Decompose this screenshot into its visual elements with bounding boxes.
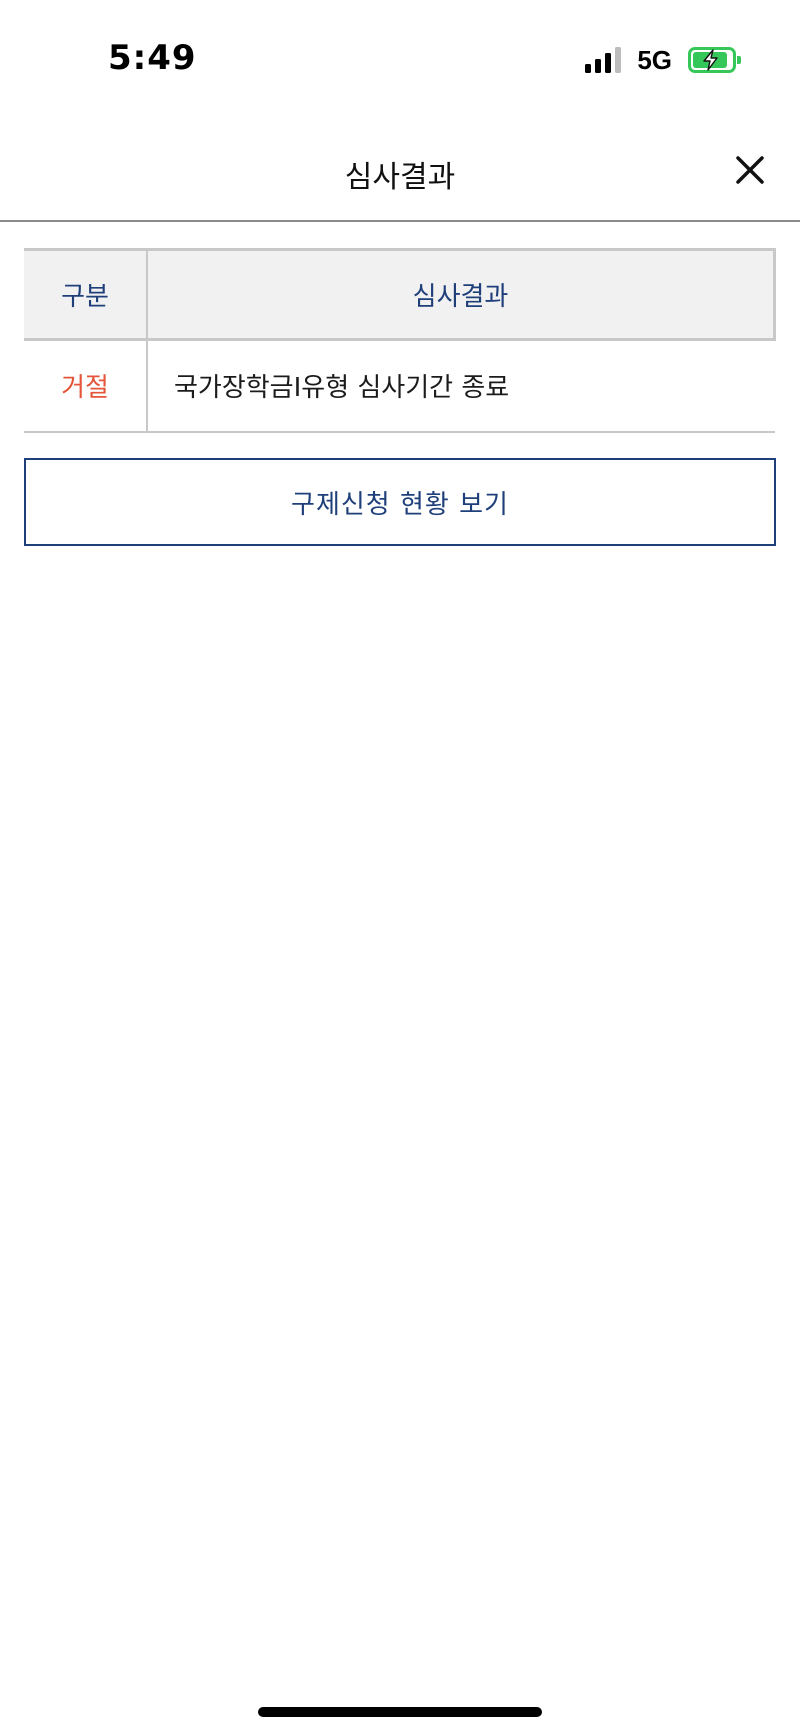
network-type: 5G (637, 44, 672, 75)
view-relief-status-button[interactable]: 구제신청 현황 보기 (24, 458, 776, 546)
battery-charging-icon (688, 47, 741, 73)
status-time: 5:49 (108, 38, 197, 78)
column-header-type: 구분 (24, 249, 148, 340)
review-result-table: 구분 심사결과 거절 국가장학금Ⅰ유형 심사기간 종료 (24, 248, 776, 433)
close-icon (736, 156, 764, 184)
column-header-result: 심사결과 (147, 249, 776, 340)
modal-header: 심사결과 (0, 120, 800, 222)
table-row: 거절 국가장학금Ⅰ유형 심사기간 종료 (24, 339, 775, 432)
cellular-signal-icon (585, 47, 622, 73)
home-indicator[interactable] (258, 1707, 542, 1717)
result-type-cell: 거절 (24, 339, 148, 432)
status-bar: 5:49 5G (0, 0, 800, 120)
table-header-row: 구분 심사결과 (24, 249, 776, 340)
status-indicators: 5G (585, 44, 741, 76)
close-button[interactable] (730, 150, 770, 190)
page-title: 심사결과 (344, 160, 456, 195)
result-detail-cell: 국가장학금Ⅰ유형 심사기간 종료 (174, 373, 510, 404)
